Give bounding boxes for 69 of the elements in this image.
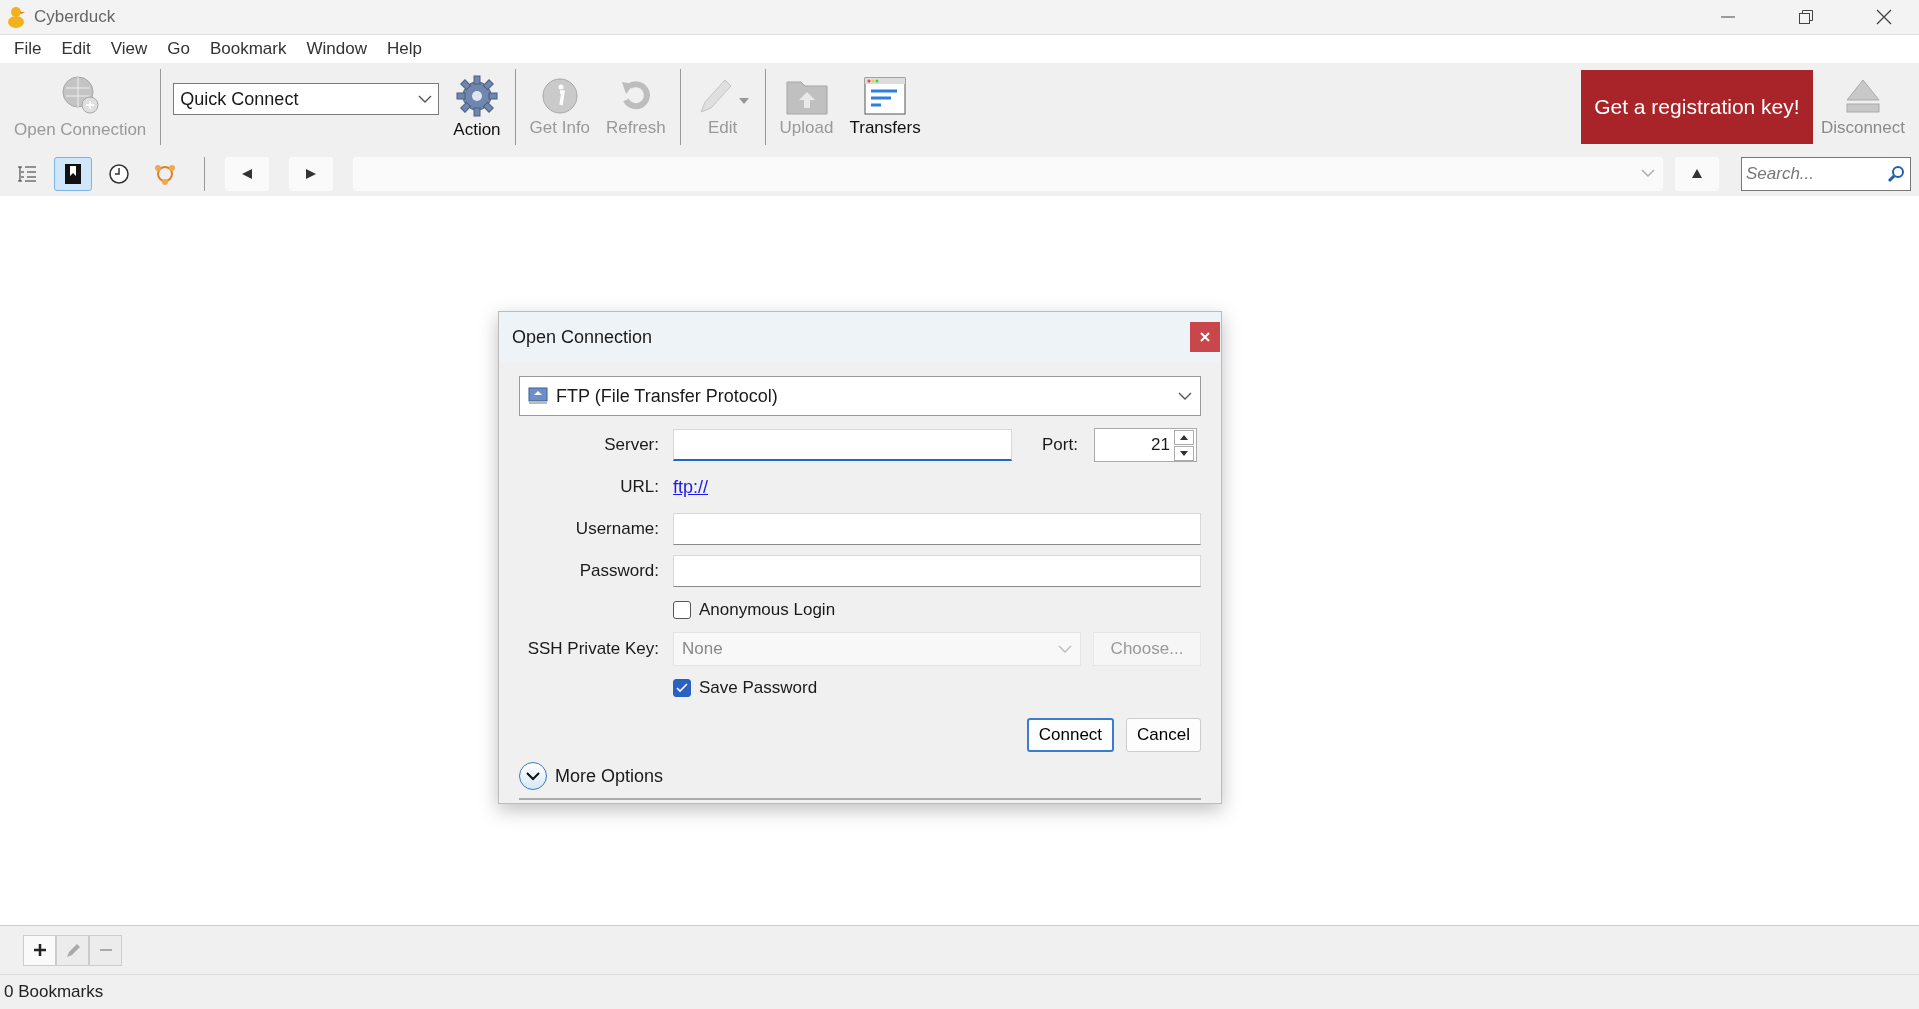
field-label: Server: (603, 435, 660, 455)
quick-connect-dropdown[interactable]: Quick Connect (173, 83, 440, 115)
field-label: URL: (619, 477, 660, 497)
left-triangle-icon (241, 167, 253, 180)
minimize-icon (1721, 16, 1735, 18)
bookmark-action-button[interactable] (23, 934, 56, 966)
checkbox-label: Anonymous Login (699, 600, 836, 620)
window-title: Cyberduck (34, 7, 117, 27)
username-field[interactable] (673, 513, 1201, 545)
chevron-down-icon (1641, 169, 1655, 178)
menu-item[interactable]: File (4, 39, 52, 59)
menu-item[interactable]: Go (157, 39, 200, 59)
menu-item[interactable]: Window (296, 39, 377, 59)
more-options-label: More Options (555, 765, 664, 787)
right-triangle-icon (305, 167, 317, 180)
checkbox[interactable] (673, 679, 691, 697)
close-icon (1200, 332, 1210, 342)
toolbar-button[interactable]: Transfers (841, 76, 929, 138)
plus-icon (32, 943, 47, 957)
close-button[interactable] (1190, 322, 1220, 352)
registration-key-button[interactable]: Get a registration key! (1580, 70, 1813, 144)
menu-item[interactable]: Help (376, 39, 432, 59)
spin-down-button[interactable] (1173, 445, 1194, 461)
back-button[interactable] (225, 156, 269, 191)
dialog-title: Open Connection (512, 326, 653, 348)
chevron-down-icon (1178, 391, 1192, 401)
dialog-button[interactable]: Cancel (1126, 718, 1201, 752)
clock-icon (108, 162, 130, 185)
menu-item[interactable]: Bookmark (199, 39, 297, 59)
chevron-down-icon (418, 94, 433, 104)
toolbar-button[interactable]: Action (445, 74, 509, 140)
protocol-dropdown[interactable]: FTP (File Transfer Protocol) (519, 376, 1201, 416)
pencil-icon (64, 942, 81, 958)
port-field[interactable]: 21 (1093, 428, 1197, 462)
close-icon (1876, 9, 1892, 25)
down-triangle-icon (1179, 450, 1188, 456)
chevron-down-icon (526, 771, 540, 781)
menu-item[interactable]: Edit (51, 39, 101, 59)
server-field[interactable] (673, 429, 1012, 461)
spin-up-button[interactable] (1173, 429, 1194, 445)
drive-icon (528, 387, 548, 405)
view-toggle-button[interactable] (54, 156, 92, 191)
dialog-button[interactable]: Connect (1026, 718, 1115, 752)
checkmark-icon (676, 683, 688, 693)
search-icon (1887, 164, 1905, 183)
password-field[interactable] (673, 555, 1201, 587)
transfer-list-icon (863, 76, 908, 116)
url-link[interactable]: ftp:// (673, 476, 708, 498)
up-triangle-icon (1691, 168, 1703, 179)
up-triangle-icon (1179, 434, 1188, 440)
field-label: Password: (578, 561, 660, 581)
checkbox[interactable] (673, 601, 691, 619)
chevron-down-icon (1058, 644, 1072, 654)
info-icon (539, 76, 580, 116)
field-label: SSH Private Key: (526, 639, 660, 659)
checkbox-label: Save Password (699, 678, 818, 698)
menu-item[interactable]: View (100, 39, 158, 59)
tree-list-icon (17, 164, 37, 183)
restore-icon (1799, 10, 1813, 24)
field-label: Port: (1042, 435, 1078, 455)
gear-icon (454, 74, 499, 118)
status-text: 0 Bookmarks (4, 982, 104, 1002)
field-label: Username: (574, 519, 660, 539)
parent-folder-button[interactable] (1675, 156, 1719, 191)
duck-icon (6, 5, 26, 29)
expand-button[interactable] (519, 762, 547, 790)
search-field[interactable]: Search... (1741, 156, 1911, 191)
bookmark-icon (64, 162, 82, 185)
forward-button[interactable] (289, 156, 333, 191)
